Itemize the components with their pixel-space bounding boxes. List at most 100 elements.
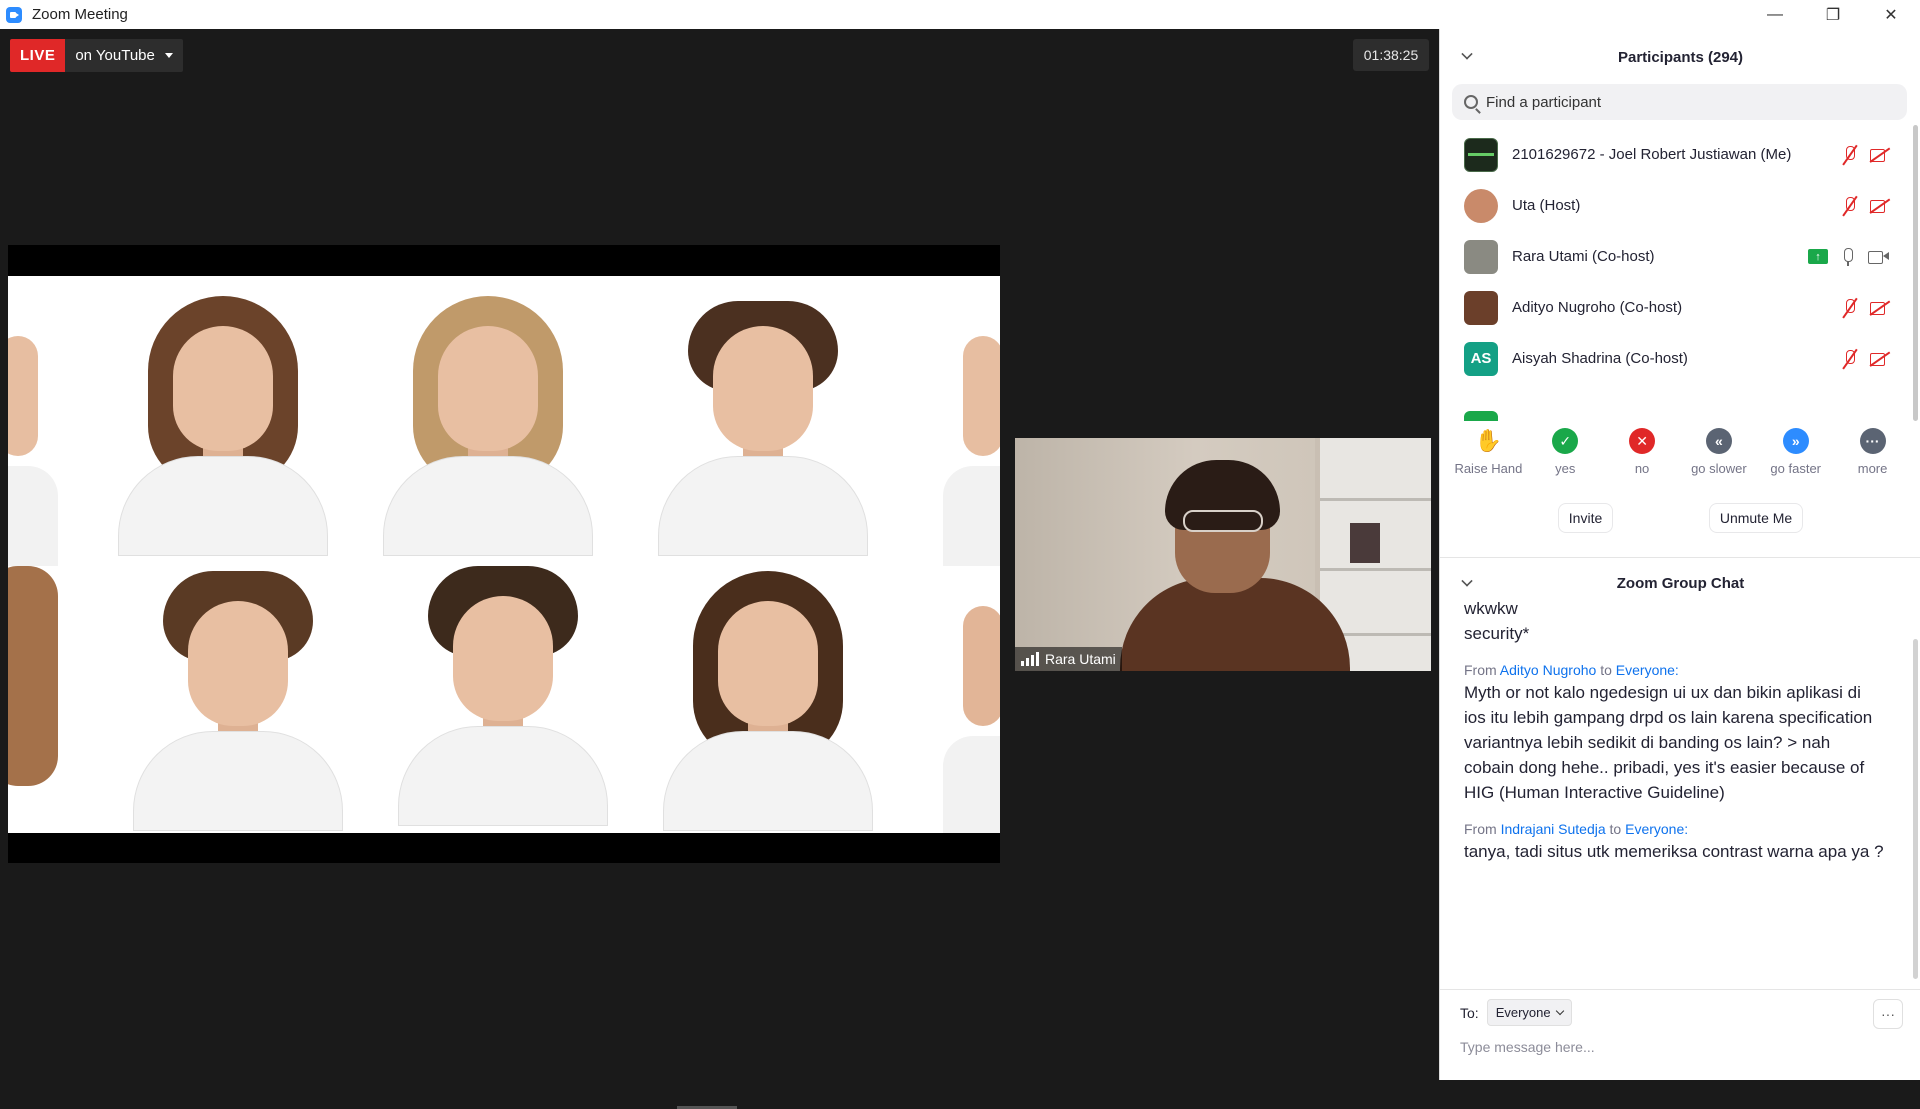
video-off-icon[interactable]	[1870, 196, 1890, 216]
participants-header: Participants (294)	[1440, 29, 1920, 85]
face-photo	[123, 561, 353, 831]
participant-row[interactable]: Rara Utami (Co-host) ↑	[1440, 231, 1910, 282]
unmute-me-button[interactable]: Unmute Me	[1708, 503, 1804, 533]
participant-actions: Invite Unmute Me	[1440, 503, 1920, 543]
collapse-chevron-icon[interactable]	[1461, 48, 1473, 60]
video-tile[interactable]: Rara Utami	[1015, 438, 1431, 671]
chat-message-meta: From Indrajani Sutedja to Everyone:	[1464, 821, 1689, 837]
participant-search[interactable]	[1452, 84, 1907, 120]
sender-name[interactable]: Indrajani Sutedja	[1501, 821, 1606, 837]
search-icon	[1464, 95, 1478, 109]
mic-muted-icon[interactable]	[1840, 196, 1860, 216]
participant-name: Adityo Nugroho (Co-host)	[1512, 299, 1683, 316]
invite-button[interactable]: Invite	[1557, 503, 1614, 533]
more-reactions-button[interactable]: ··· more	[1835, 424, 1910, 504]
partial-face	[943, 566, 1000, 833]
more-icon: ···	[1859, 428, 1886, 454]
yes-button[interactable]: ✓ yes	[1528, 424, 1603, 504]
close-button[interactable]: ✕	[1862, 0, 1920, 29]
collapse-chevron-icon[interactable]	[1461, 575, 1473, 587]
participant-row[interactable]: Adityo Nugroho (Co-host)	[1440, 282, 1910, 333]
title-bar: Zoom Meeting — ❐ ✕	[0, 0, 1920, 29]
recipient-value: Everyone	[1495, 1005, 1551, 1020]
chat-messages: wkwkw security* From Adityo Nugroho to E…	[1464, 602, 1884, 964]
zoom-app-icon	[6, 6, 22, 23]
chat-message-text: Myth or not kalo ngedesign ui ux dan bik…	[1464, 683, 1873, 802]
signal-strength-icon	[1021, 652, 1039, 666]
go-slower-button[interactable]: « go slower	[1681, 424, 1756, 504]
chat-header: Zoom Group Chat	[1440, 558, 1920, 608]
chat-message: From Adityo Nugroho to Everyone: Myth or…	[1464, 660, 1884, 805]
shared-screen	[8, 245, 1000, 863]
fast-forward-icon: »	[1782, 428, 1809, 454]
chat-more-button[interactable]: ···	[1873, 999, 1903, 1029]
mic-muted-icon[interactable]	[1840, 298, 1860, 318]
participant-row-partial[interactable]	[1440, 384, 1910, 421]
chat-message-text: tanya, tadi situs utk memeriksa contrast…	[1464, 842, 1884, 861]
chat-message-meta: From Adityo Nugroho to Everyone:	[1464, 662, 1679, 678]
to-label: To:	[1460, 1004, 1479, 1021]
participant-list: 2101629672 - Joel Robert Justiawan (Me) …	[1440, 129, 1910, 421]
recipient-name: Everyone:	[1625, 821, 1689, 837]
avatar	[1464, 188, 1498, 223]
minimize-button[interactable]: —	[1746, 0, 1804, 29]
participant-row[interactable]: Uta (Host)	[1440, 180, 1910, 231]
chevron-down-icon	[1555, 1006, 1564, 1016]
face-photo	[108, 286, 338, 556]
avatar	[1464, 410, 1498, 421]
live-stream-control[interactable]: LIVE on YouTube	[10, 39, 183, 72]
restore-button[interactable]: ❐	[1804, 0, 1862, 29]
participant-name: Rara Utami (Co-host)	[1512, 248, 1655, 265]
avatar: AS	[1464, 341, 1498, 376]
go-faster-button[interactable]: » go faster	[1758, 424, 1833, 504]
participant-name: Aisyah Shadrina (Co-host)	[1512, 350, 1688, 367]
sender-name[interactable]: Adityo Nugroho	[1500, 662, 1597, 678]
video-off-icon[interactable]	[1870, 298, 1890, 318]
live-destination-dropdown[interactable]: on YouTube	[65, 39, 183, 72]
raise-hand-icon: ✋	[1474, 428, 1503, 453]
face-photo	[373, 286, 603, 556]
no-button[interactable]: ✕ no	[1605, 424, 1680, 504]
video-off-icon[interactable]	[1870, 349, 1890, 369]
video-name-label: Rara Utami	[1015, 647, 1122, 671]
recipient-dropdown[interactable]: Everyone	[1486, 999, 1572, 1026]
x-icon: ✕	[1629, 428, 1656, 454]
rewind-icon: «	[1705, 428, 1732, 454]
reaction-bar: ✋ Raise Hand ✓ yes ✕ no « go slower » go…	[1440, 424, 1920, 504]
glasses	[1183, 510, 1263, 532]
divider	[1440, 989, 1920, 990]
live-badge: LIVE	[10, 39, 66, 72]
chat-message-input[interactable]	[1460, 1039, 1900, 1055]
chat-title: Zoom Group Chat	[1616, 574, 1745, 592]
mic-muted-icon[interactable]	[1840, 349, 1860, 369]
raise-hand-button[interactable]: ✋ Raise Hand	[1451, 424, 1526, 504]
face-photo	[648, 286, 878, 556]
partial-face	[8, 566, 58, 833]
video-off-icon[interactable]	[1870, 145, 1890, 165]
mic-muted-icon[interactable]	[1840, 145, 1860, 165]
participant-row[interactable]: AS Aisyah Shadrina (Co-host)	[1440, 333, 1910, 384]
avatar	[1464, 137, 1498, 172]
shared-image	[8, 276, 1000, 833]
side-panel: Participants (294) 2101629672 - Joel Rob…	[1439, 29, 1920, 1080]
participant-scrollbar[interactable]	[1912, 125, 1918, 421]
chevron-down-icon	[164, 53, 173, 58]
chat-message-fragment: wkwkw security*	[1464, 602, 1530, 643]
participant-row[interactable]: 2101629672 - Joel Robert Justiawan (Me)	[1440, 129, 1910, 180]
mic-icon[interactable]	[1838, 247, 1858, 267]
meeting-area: LIVE on YouTube 01:38:25 Rara Utami	[0, 29, 1439, 1109]
recipient-name: Everyone:	[1615, 662, 1679, 678]
chat-scrollbar[interactable]	[1912, 639, 1918, 984]
chat-message: From Indrajani Sutedja to Everyone: tany…	[1464, 819, 1884, 864]
window-controls: — ❐ ✕	[1746, 0, 1920, 29]
partial-face	[943, 296, 1000, 566]
face-photo	[388, 556, 618, 826]
video-participant-name: Rara Utami	[1045, 651, 1116, 667]
chat-recipient-row: To: Everyone	[1460, 999, 1572, 1026]
participant-name: Uta (Host)	[1512, 197, 1581, 214]
check-icon: ✓	[1552, 428, 1579, 454]
screen-share-icon: ↑	[1808, 249, 1828, 264]
participant-search-input[interactable]	[1486, 93, 1886, 111]
face-photo	[653, 561, 883, 831]
video-camera-icon[interactable]	[1868, 247, 1890, 267]
